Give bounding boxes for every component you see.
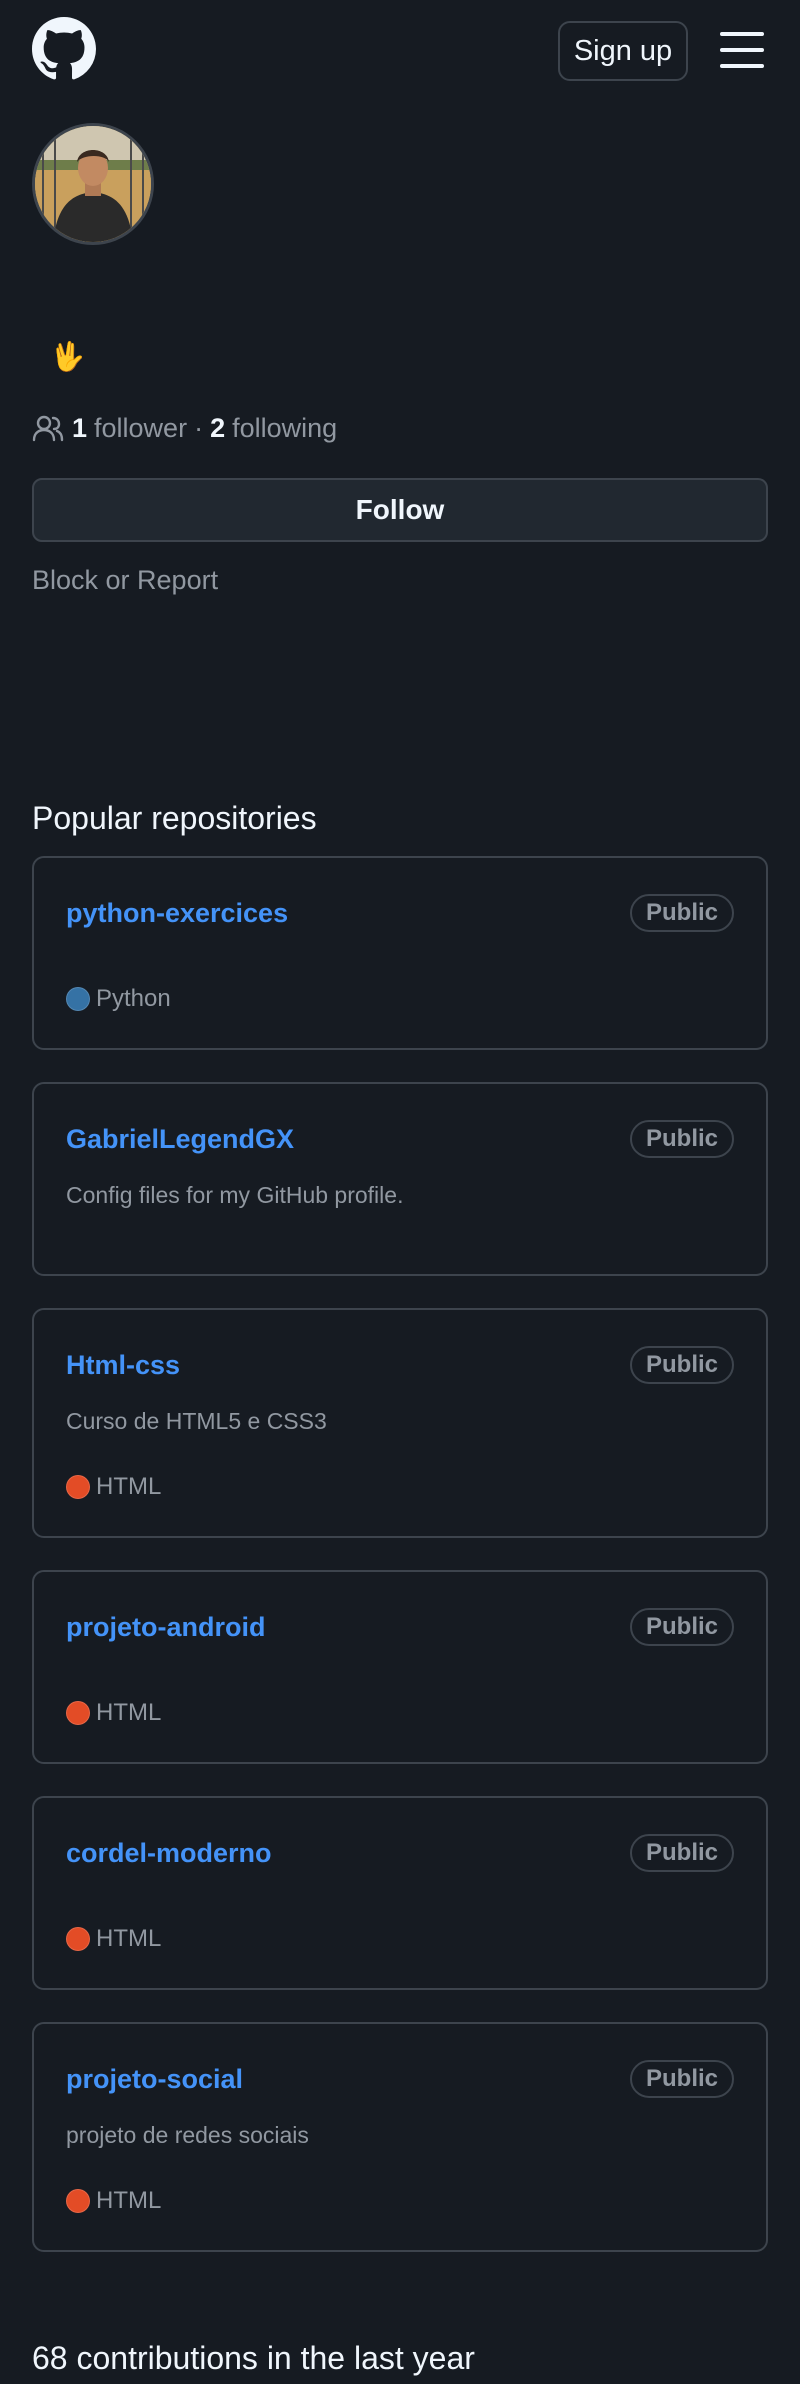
visibility-badge: Public bbox=[629, 894, 734, 932]
language-color-dot bbox=[66, 1475, 90, 1499]
follow-button[interactable]: Follow bbox=[32, 478, 768, 542]
repo-card: projeto-android Public HTML bbox=[32, 1570, 768, 1764]
repo-description: Curso de HTML5 e CSS3 bbox=[66, 1408, 327, 1434]
language-label: HTML bbox=[96, 1473, 162, 1500]
visibility-badge: Public bbox=[629, 2060, 734, 2098]
repo-name-link[interactable]: projeto-android bbox=[66, 1610, 265, 1644]
people-icon bbox=[32, 415, 64, 442]
follow-separator: · bbox=[194, 412, 204, 443]
repo-card: projeto-social Public projeto de redes s… bbox=[32, 2022, 768, 2252]
contributions-title: 68 contributions in the last year bbox=[32, 2340, 475, 2376]
hamburger-menu-icon[interactable] bbox=[720, 29, 766, 71]
visibility-badge: Public bbox=[629, 1834, 734, 1872]
avatar-photo bbox=[35, 126, 151, 242]
top-header: Sign up bbox=[0, 0, 800, 100]
repo-description: projeto de redes sociais bbox=[66, 2122, 309, 2148]
repo-language: Python bbox=[66, 984, 171, 1014]
following-label[interactable]: following bbox=[232, 413, 337, 444]
repo-card: cordel-moderno Public HTML bbox=[32, 1796, 768, 1990]
repo-card: GabrielLegendGX Public Config files for … bbox=[32, 1082, 768, 1276]
follow-stats: 1 follower · 2 following bbox=[32, 408, 337, 448]
followers-label[interactable]: follower bbox=[94, 413, 187, 444]
repo-name-link[interactable]: Html-css bbox=[66, 1348, 180, 1382]
language-label: HTML bbox=[96, 2187, 162, 2214]
language-color-dot bbox=[66, 987, 90, 1011]
repo-name-link[interactable]: python-exercices bbox=[66, 896, 288, 930]
profile-page: Sign up 🖖 1 follower · 2 following Follo… bbox=[0, 0, 800, 2384]
signup-button[interactable]: Sign up bbox=[558, 21, 688, 81]
language-label: HTML bbox=[96, 1699, 162, 1726]
visibility-badge: Public bbox=[629, 1608, 734, 1646]
repo-language: HTML bbox=[66, 1924, 161, 1954]
repo-description: Config files for my GitHub profile. bbox=[66, 1182, 404, 1208]
language-color-dot bbox=[66, 1701, 90, 1725]
repo-name-link[interactable]: projeto-social bbox=[66, 2062, 243, 2096]
avatar[interactable] bbox=[32, 123, 154, 245]
language-label: HTML bbox=[96, 1925, 162, 1952]
language-color-dot bbox=[66, 1927, 90, 1951]
repo-language: HTML bbox=[66, 1698, 161, 1728]
repo-card: python-exercices Public Python bbox=[32, 856, 768, 1050]
repo-name-link[interactable]: cordel-moderno bbox=[66, 1836, 272, 1870]
visibility-badge: Public bbox=[629, 1346, 734, 1384]
github-mark-icon[interactable] bbox=[32, 17, 96, 81]
repo-name-link[interactable]: GabrielLegendGX bbox=[66, 1122, 294, 1156]
repo-language: HTML bbox=[66, 1472, 161, 1502]
repo-language: HTML bbox=[66, 2186, 161, 2216]
language-color-dot bbox=[66, 2189, 90, 2213]
visibility-badge: Public bbox=[629, 1120, 734, 1158]
block-report-link[interactable]: Block or Report bbox=[32, 562, 218, 598]
following-count[interactable]: 2 bbox=[210, 413, 225, 444]
repo-card: Html-css Public Curso de HTML5 e CSS3 HT… bbox=[32, 1308, 768, 1538]
language-label: Python bbox=[96, 985, 171, 1012]
status-emoji[interactable]: 🖖 bbox=[50, 340, 85, 374]
popular-repositories-title: Popular repositories bbox=[32, 800, 317, 836]
followers-count[interactable]: 1 bbox=[72, 413, 87, 444]
